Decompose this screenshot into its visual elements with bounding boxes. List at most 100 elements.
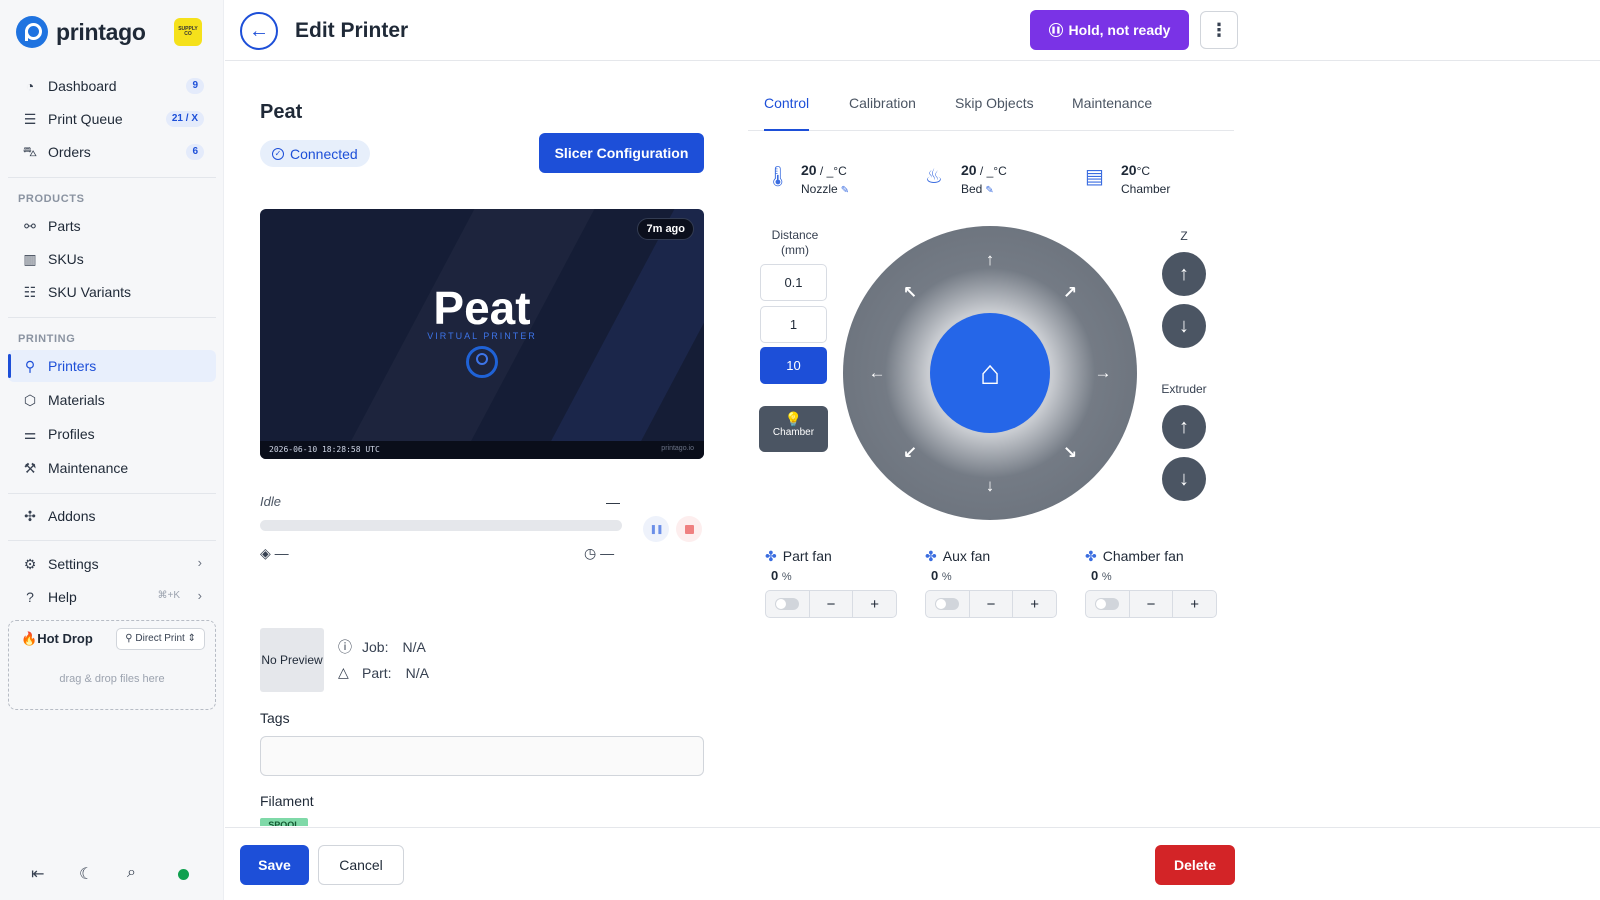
list-icon: ☷ [23, 283, 37, 300]
jog-down-left-button[interactable]: ↙ [898, 441, 922, 465]
chamber-light-toggle[interactable]: 💡 Chamber [759, 406, 828, 452]
jog-up-left-button[interactable]: ↖ [898, 281, 922, 305]
camera-feed[interactable]: Peat VIRTUAL PRINTER 7m ago 2026-06-10 1… [260, 209, 704, 459]
barcode-icon: ▥ [23, 250, 37, 267]
z-down-button[interactable]: ↓ [1162, 304, 1206, 348]
extruder-label: Extruder [1161, 382, 1207, 396]
jog-down-button[interactable]: ↓ [978, 474, 1002, 498]
fan-decrease-button[interactable]: − [1130, 591, 1174, 617]
part-label: Part: [362, 664, 392, 681]
cube-icon: ⬡ [23, 391, 37, 408]
hot-drop-zone[interactable]: 🔥Hot Drop ⚲ Direct Print ⇕ drag & drop f… [8, 620, 216, 710]
extruder-retract-button[interactable]: ↑ [1162, 405, 1206, 449]
jog-right-button[interactable]: → [1091, 361, 1115, 385]
section-label-products: PRODUCTS [18, 193, 85, 205]
brand-name: printago [56, 18, 146, 45]
fan-toggle[interactable] [1086, 591, 1130, 617]
jog-left-button[interactable]: ← [865, 361, 889, 385]
arrow-left-icon: ← [249, 19, 269, 42]
page-header: ← Edit Printer ❚❚ Hold, not ready ⋮ [225, 0, 1600, 61]
tags-input[interactable] [260, 736, 704, 776]
sidebar-item-label: Printers [48, 358, 97, 374]
arrow-right-icon: → [1094, 363, 1112, 382]
fan-toggle[interactable] [766, 591, 810, 617]
stop-print-button[interactable] [676, 516, 702, 542]
sidebar-item-orders[interactable]: ⛍ Orders 6 [8, 136, 216, 168]
more-options-button[interactable]: ⋮ [1200, 11, 1238, 49]
z-axis-label: Z [1180, 229, 1188, 243]
dark-mode-icon[interactable]: ☾ [79, 864, 93, 884]
chevron-updown-icon: ⇕ [184, 633, 196, 644]
sidebar-item-profiles[interactable]: ⚌ Profiles [8, 418, 216, 450]
sidebar-footer: ⇤ ☾ ⌕ [0, 862, 224, 886]
edit-pencil-icon[interactable]: ✎ [985, 185, 993, 196]
distance-option[interactable]: 1 [760, 306, 827, 343]
chamber-light-label: Chamber [772, 427, 815, 438]
pause-print-button[interactable]: ❚❚ [643, 516, 669, 542]
org-badge[interactable]: SUPPLY CO [174, 18, 202, 46]
page-title: Edit Printer [295, 19, 409, 42]
brand-logo[interactable]: printago SUPPLY CO [16, 14, 208, 50]
save-button[interactable]: Save [240, 845, 309, 885]
edit-pencil-icon[interactable]: ✎ [841, 185, 849, 196]
temp-name: Bed [961, 182, 983, 196]
info-icon: ⓘ [338, 639, 352, 655]
tab-skip-objects[interactable]: Skip Objects [955, 95, 1034, 131]
flame-icon: 🔥 [21, 631, 38, 646]
tab-maintenance[interactable]: Maintenance [1072, 95, 1152, 131]
sidebar-divider [8, 493, 216, 494]
temp-unit: °C [993, 164, 1007, 178]
cancel-button[interactable]: Cancel [318, 845, 404, 885]
shapes-icon: △ [338, 664, 349, 680]
delete-button[interactable]: Delete [1155, 845, 1235, 885]
filament-label: Filament [260, 793, 314, 809]
distance-option[interactable]: 0.1 [760, 264, 827, 301]
slicer-configuration-button[interactable]: Slicer Configuration [539, 133, 704, 173]
temp-name: Nozzle [801, 182, 838, 196]
sidebar-item-printers[interactable]: ⚲ Printers [8, 350, 216, 382]
jog-up-right-button[interactable]: ↗ [1058, 281, 1082, 305]
temp-value: 20 [1121, 162, 1137, 178]
collapse-sidebar-icon[interactable]: ⇤ [31, 864, 44, 884]
sidebar-item-dashboard[interactable]: ◔ Dashboard 9 [8, 70, 216, 102]
search-icon[interactable]: ⌕ [127, 864, 136, 882]
sidebar-item-parts[interactable]: ⚯ Parts [8, 210, 216, 242]
layers-icon: ◈ [260, 545, 271, 561]
gauge-icon: ◔ [25, 78, 35, 94]
sidebar-item-sku-variants[interactable]: ☷ SKU Variants [8, 276, 216, 308]
printer-icon: ⚲ [125, 633, 136, 644]
time-remaining-indicator: ◷ — [584, 545, 615, 561]
tab-control[interactable]: Control [764, 95, 810, 131]
sidebar-item-maintenance[interactable]: ⚒ Maintenance [8, 452, 216, 484]
sidebar-item-skus[interactable]: ▥ SKUs [8, 243, 216, 275]
hold-status-button[interactable]: ❚❚ Hold, not ready [1030, 10, 1189, 50]
tab-calibration[interactable]: Calibration [849, 95, 916, 131]
toggle-switch [1095, 598, 1120, 610]
sidebar-item-settings[interactable]: ⚙ Settings › [8, 548, 216, 580]
fan-increase-button[interactable]: + [1013, 591, 1056, 617]
filament-spool-chip[interactable]: SPOOL [260, 818, 308, 826]
temp-value: 20 [801, 162, 817, 178]
toggle-switch [775, 598, 800, 610]
print-state-value: — [606, 494, 620, 510]
home-axes-button[interactable]: ⌂ [930, 313, 1050, 433]
distance-option-selected[interactable]: 10 [760, 347, 827, 384]
sidebar-item-help[interactable]: ? Help ⌘+K › [8, 581, 216, 613]
sidebar-item-print-queue[interactable]: ☰ Print Queue 21 / X [8, 103, 216, 135]
fan-decrease-button[interactable]: − [970, 591, 1014, 617]
fan-decrease-button[interactable]: − [810, 591, 854, 617]
temp-target[interactable]: / _ [817, 164, 833, 178]
sidebar-item-label: SKUs [48, 251, 84, 267]
fan-increase-button[interactable]: + [853, 591, 896, 617]
extruder-extrude-button[interactable]: ↓ [1162, 457, 1206, 501]
back-button[interactable]: ← [240, 12, 278, 50]
z-up-button[interactable]: ↑ [1162, 252, 1206, 296]
temp-target[interactable]: / _ [977, 164, 993, 178]
jog-up-button[interactable]: ↑ [978, 248, 1002, 272]
direct-print-select[interactable]: ⚲ Direct Print ⇕ [116, 628, 205, 650]
fan-increase-button[interactable]: + [1173, 591, 1216, 617]
sidebar-item-materials[interactable]: ⬡ Materials [8, 384, 216, 416]
sidebar-item-addons[interactable]: ✣ Addons [8, 500, 216, 532]
fan-toggle[interactable] [926, 591, 970, 617]
jog-down-right-button[interactable]: ↘ [1058, 441, 1082, 465]
